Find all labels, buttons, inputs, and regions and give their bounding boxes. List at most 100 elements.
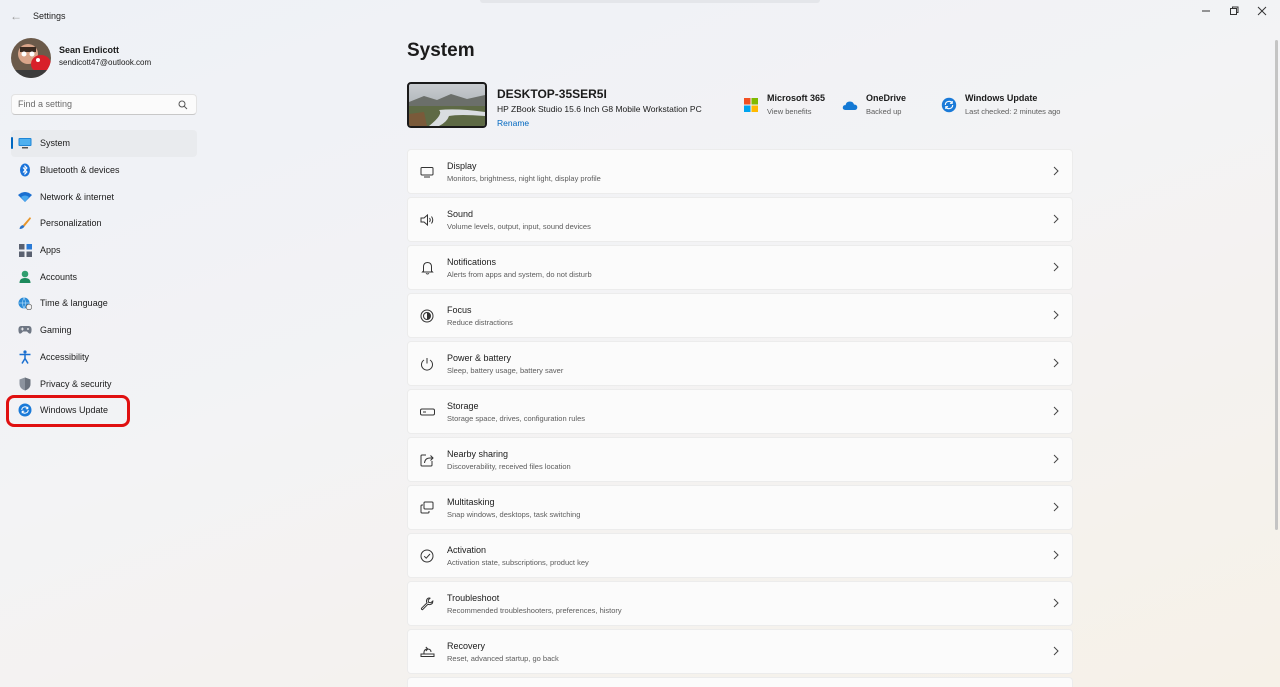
sidebar-item-label: Accessibility xyxy=(40,351,90,362)
storage-icon xyxy=(419,404,435,420)
sidebar-item-label: Gaming xyxy=(40,325,72,336)
chevron-right-icon xyxy=(1053,550,1059,560)
minimize-button[interactable] xyxy=(1191,3,1221,19)
settings-row-display[interactable]: Display Monitors, brightness, night light… xyxy=(407,149,1073,194)
sidebar-item-system[interactable]: System xyxy=(11,130,197,157)
row-title: Notifications xyxy=(447,256,497,267)
sidebar-item-gaming[interactable]: Gaming xyxy=(11,317,197,344)
status-microsoft-365[interactable]: Microsoft 365 View benefits xyxy=(743,93,825,116)
accessibility-icon xyxy=(18,350,32,364)
settings-row-storage[interactable]: Storage Storage space, drives, configurat… xyxy=(407,389,1073,434)
chevron-right-icon xyxy=(1053,598,1059,608)
sidebar-item-accessibility[interactable]: Accessibility xyxy=(11,344,197,371)
search-box[interactable] xyxy=(11,94,197,115)
sidebar-item-privacy-security[interactable]: Privacy & security xyxy=(11,370,197,397)
sidebar-item-label: Personalization xyxy=(40,218,102,229)
search-input[interactable] xyxy=(18,99,168,109)
settings-row-focus[interactable]: Focus Reduce distractions xyxy=(407,293,1073,338)
sidebar-item-personalization[interactable]: Personalization xyxy=(11,210,197,237)
rename-link[interactable]: Rename xyxy=(497,118,702,128)
cloud-icon xyxy=(842,101,858,110)
sidebar-item-accounts[interactable]: Accounts xyxy=(11,263,197,290)
row-sub: Monitors, brightness, night light, displ… xyxy=(447,173,601,183)
globe-clock-icon xyxy=(18,296,32,311)
row-sub: Recommended troubleshooters, preferences… xyxy=(447,605,622,615)
settings-row-sound[interactable]: Sound Volume levels, output, input, sound… xyxy=(407,197,1073,242)
sidebar-item-label: Bluetooth & devices xyxy=(40,165,120,176)
row-sub: Discoverability, received files location xyxy=(447,461,571,471)
settings-row-notifications[interactable]: Notifications Alerts from apps and system… xyxy=(407,245,1073,290)
settings-row-activation[interactable]: Activation Activation state, subscription… xyxy=(407,533,1073,578)
recovery-icon xyxy=(419,644,435,660)
status-onedrive[interactable]: OneDrive Backed up xyxy=(842,93,906,116)
scrollbar[interactable] xyxy=(1275,40,1278,530)
bell-icon xyxy=(419,260,435,276)
person-icon xyxy=(18,270,32,284)
speaker-icon xyxy=(419,212,435,228)
row-sub: Reset, advanced startup, go back xyxy=(447,653,559,663)
row-title: Power & battery xyxy=(447,352,512,363)
user-profile[interactable]: Sean Endicott sendicott47@outlook.com xyxy=(11,38,151,78)
device-name: DESKTOP-35SER5I xyxy=(497,87,607,101)
row-sub: Volume levels, output, input, sound devi… xyxy=(447,221,591,231)
profile-name: Sean Endicott xyxy=(59,45,120,55)
sidebar-item-bluetooth[interactable]: Bluetooth & devices xyxy=(11,157,197,184)
gamepad-icon xyxy=(18,323,32,337)
bluetooth-icon xyxy=(18,163,32,177)
settings-row-multitasking[interactable]: Multitasking Snap windows, desktops, task… xyxy=(407,485,1073,530)
row-title: Activation xyxy=(447,544,487,555)
row-sub: Alerts from apps and system, do not dist… xyxy=(447,269,592,279)
row-title: Display xyxy=(447,160,477,171)
settings-row-recovery[interactable]: Recovery Reset, advanced startup, go back xyxy=(407,629,1073,674)
settings-row-troubleshoot[interactable]: Troubleshoot Recommended troubleshooters,… xyxy=(407,581,1073,626)
update-icon xyxy=(941,97,957,113)
display-icon xyxy=(419,164,435,180)
status-windows-update[interactable]: Windows Update Last checked: 2 minutes a… xyxy=(941,93,1060,116)
status-title: OneDrive xyxy=(866,93,907,103)
device-card: DESKTOP-35SER5I HP ZBook Studio 15.6 Inc… xyxy=(407,82,702,128)
sidebar-item-apps[interactable]: Apps xyxy=(11,237,197,264)
chevron-right-icon xyxy=(1053,358,1059,368)
sidebar-item-time-language[interactable]: Time & language xyxy=(11,290,197,317)
device-model: HP ZBook Studio 15.6 Inch G8 Mobile Work… xyxy=(497,104,702,114)
chevron-right-icon xyxy=(1053,502,1059,512)
share-icon xyxy=(419,452,435,468)
sidebar-item-label: Privacy & security xyxy=(40,378,112,389)
maximize-button[interactable] xyxy=(1219,3,1249,19)
back-arrow-icon[interactable]: ← xyxy=(8,8,24,24)
sidebar-item-label: Accounts xyxy=(40,271,78,282)
sidebar-item-network[interactable]: Network & internet xyxy=(11,183,197,210)
chevron-right-icon xyxy=(1053,406,1059,416)
settings-row-partial[interactable] xyxy=(407,677,1073,687)
microsoft-logo-icon xyxy=(744,98,758,112)
sidebar-nav: System Bluetooth & devices Network & int… xyxy=(11,130,197,424)
settings-row-power-battery[interactable]: Power & battery Sleep, battery usage, bat… xyxy=(407,341,1073,386)
row-title: Troubleshoot xyxy=(447,592,500,603)
close-button[interactable] xyxy=(1247,3,1277,19)
row-sub: Reduce distractions xyxy=(447,317,513,327)
row-sub: Storage space, drives, configuration rul… xyxy=(447,413,585,423)
title-bar: ← Settings xyxy=(0,0,1280,32)
chevron-right-icon xyxy=(1053,454,1059,464)
row-title: Multitasking xyxy=(447,496,495,507)
row-title: Storage xyxy=(447,400,479,411)
close-icon xyxy=(1257,6,1267,16)
row-title: Nearby sharing xyxy=(447,448,509,459)
monitor-icon xyxy=(18,136,32,150)
wrench-icon xyxy=(419,596,435,612)
chevron-right-icon xyxy=(1053,310,1059,320)
focus-icon xyxy=(419,308,435,324)
device-wallpaper-thumbnail xyxy=(407,82,487,128)
minimize-icon xyxy=(1202,10,1210,12)
row-sub: Snap windows, desktops, task switching xyxy=(447,509,581,519)
paintbrush-icon xyxy=(18,216,32,230)
windows-update-highlight-annotation xyxy=(6,395,130,427)
check-circle-icon xyxy=(419,548,435,564)
sidebar-item-label: System xyxy=(40,138,71,149)
multitask-icon xyxy=(419,500,435,516)
chevron-right-icon xyxy=(1053,214,1059,224)
row-sub: Sleep, battery usage, battery saver xyxy=(447,365,564,375)
chevron-right-icon xyxy=(1053,166,1059,176)
settings-row-nearby-sharing[interactable]: Nearby sharing Discoverability, received … xyxy=(407,437,1073,482)
status-title: Windows Update xyxy=(965,93,1038,103)
